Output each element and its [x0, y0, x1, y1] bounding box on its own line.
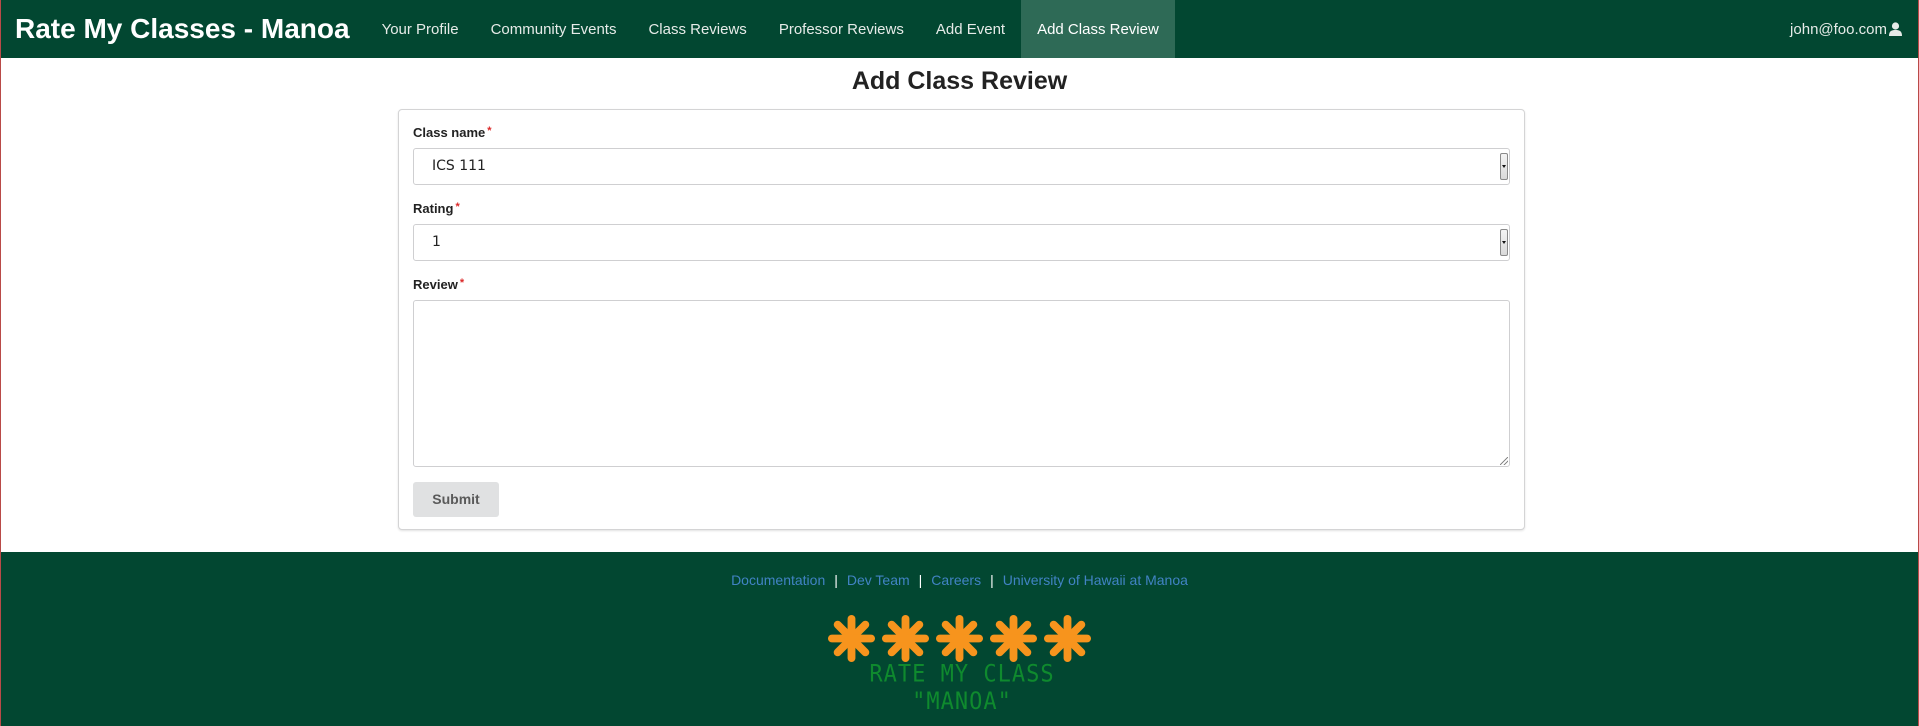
nav-item-professor-reviews[interactable]: Professor Reviews — [763, 0, 920, 58]
page-title: Add Class Review — [851, 67, 1068, 95]
resize-handle[interactable] — [1500, 457, 1508, 465]
footer-link-careers[interactable]: Careers — [931, 572, 981, 588]
logo-asterisks — [827, 614, 1092, 663]
add-class-review-form: Class name * ICS 111 Rating * 1 Review * Su… — [398, 109, 1525, 530]
review-label: Review * — [413, 277, 464, 292]
review-textarea[interactable] — [413, 300, 1510, 467]
asterisk-icon — [827, 614, 876, 663]
required-mark: * — [459, 277, 465, 289]
main-content: Add Class Review Class name * ICS 111 Rat… — [1, 58, 1918, 552]
nav-item-your-profile[interactable]: Your Profile — [366, 0, 475, 58]
logo-text: RATE MY CLASS "MANOA" — [869, 660, 1055, 716]
rating-label: Rating * — [413, 201, 460, 216]
user-menu[interactable]: john@foo.com — [1790, 0, 1918, 58]
rating-value: 1 — [432, 234, 441, 250]
footer-links: Documentation | Dev Team | Careers | Universit… — [1, 572, 1918, 588]
required-mark: * — [487, 125, 492, 137]
class-name-select[interactable]: ICS 111 — [413, 148, 1510, 185]
class-name-label: Class name * — [413, 125, 492, 140]
footer: Documentation | Dev Team | Careers | Universit… — [1, 552, 1918, 726]
chevron-down-icon[interactable] — [1500, 229, 1508, 256]
footer-link-uh-manoa[interactable]: University of Hawaii at Manoa — [1003, 572, 1188, 588]
class-name-value: ICS 111 — [432, 158, 486, 174]
link-separator: | — [918, 572, 923, 588]
link-separator: | — [834, 572, 838, 588]
nav-item-add-class-review[interactable]: Add Class Review — [1021, 0, 1175, 58]
asterisk-icon — [935, 614, 984, 663]
nav-menu: Your Profile Community Events Class Revi… — [366, 0, 1175, 58]
rating-select[interactable]: 1 — [413, 224, 1510, 261]
user-icon — [1889, 22, 1902, 36]
footer-link-documentation[interactable]: Documentation — [731, 572, 825, 588]
class-name-label-text: Class name — [413, 125, 486, 140]
nav-item-class-reviews[interactable]: Class Reviews — [632, 0, 762, 58]
chevron-down-icon[interactable] — [1500, 153, 1508, 180]
footer-logo: RATE MY CLASS "MANOA" — [827, 614, 1097, 716]
submit-button[interactable]: Submit — [413, 482, 499, 517]
footer-link-dev-team[interactable]: Dev Team — [847, 572, 910, 588]
page: Rate My Classes - Manoa Your Profile Com… — [0, 0, 1919, 726]
user-email: john@foo.com — [1790, 20, 1887, 38]
review-label-text: Review — [413, 277, 458, 292]
brand-title[interactable]: Rate My Classes - Manoa — [1, 0, 366, 58]
asterisk-icon — [1043, 614, 1092, 663]
asterisk-icon — [881, 614, 930, 663]
rating-label-text: Rating — [413, 201, 454, 216]
link-separator: | — [990, 572, 994, 588]
nav-item-add-event[interactable]: Add Event — [920, 0, 1021, 58]
nav-item-community-events[interactable]: Community Events — [475, 0, 633, 58]
required-mark: * — [455, 201, 460, 213]
asterisk-icon — [989, 614, 1038, 663]
top-navbar: Rate My Classes - Manoa Your Profile Com… — [1, 0, 1918, 58]
